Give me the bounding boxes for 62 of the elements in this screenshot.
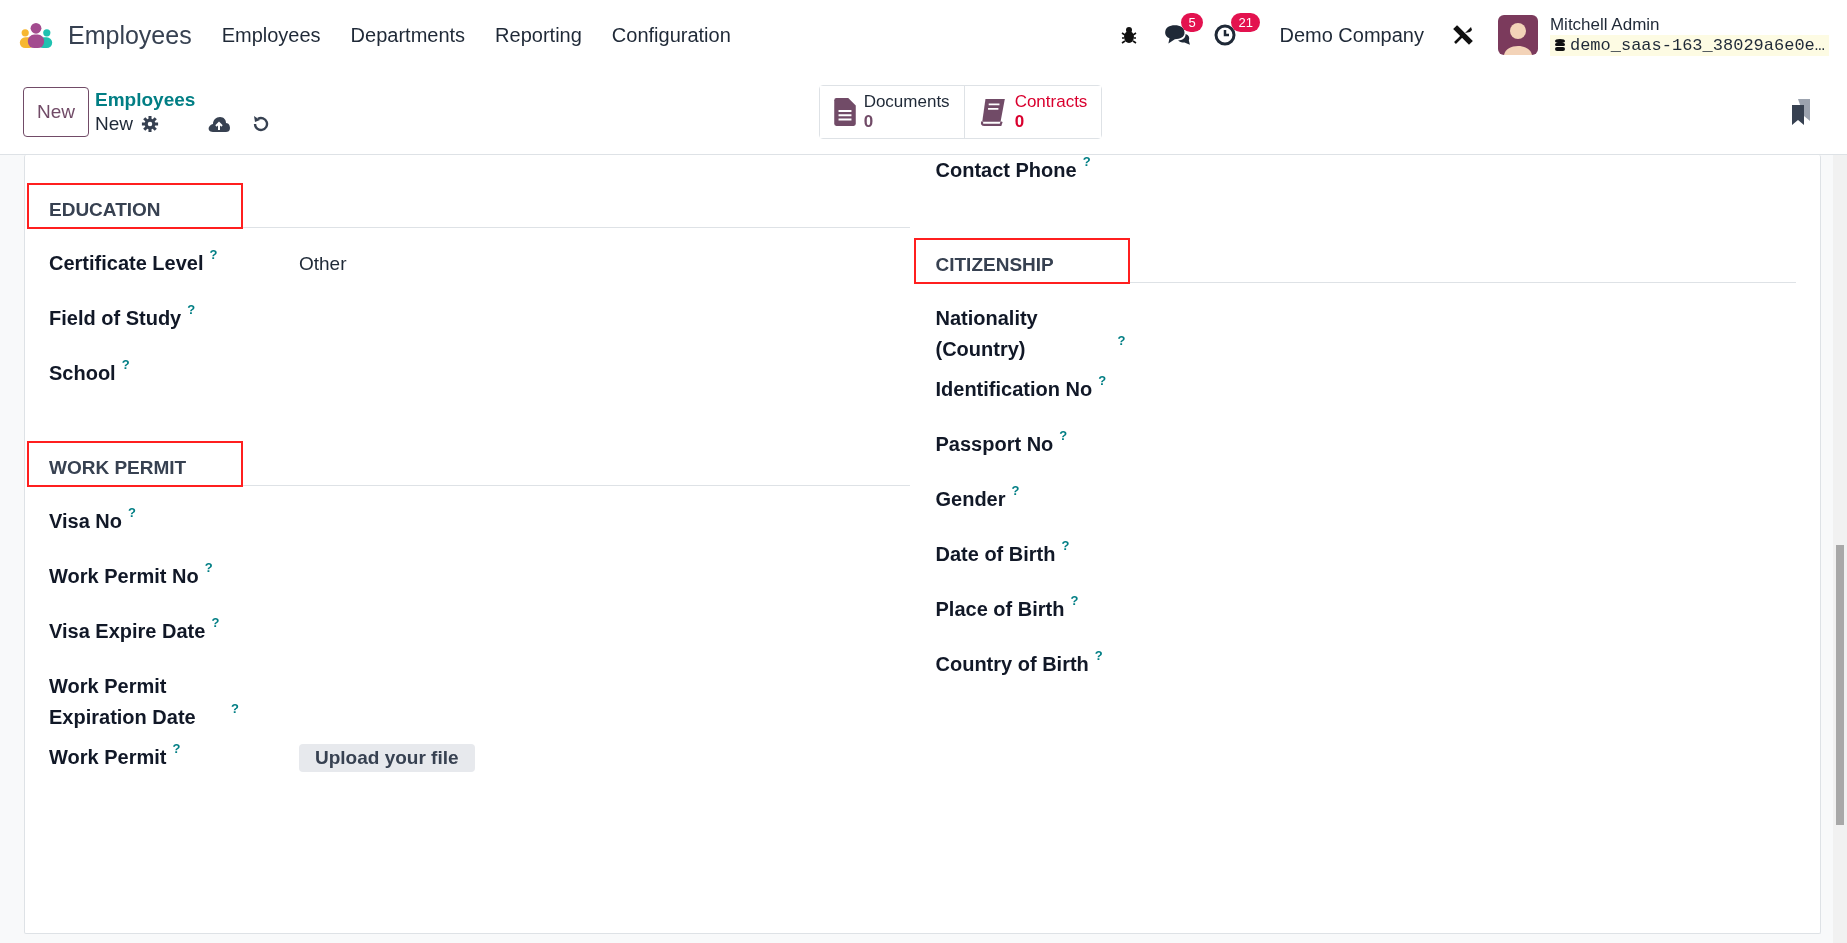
field-label: Visa Expire Date: [49, 619, 206, 644]
bookmarks-icon[interactable]: [1790, 99, 1812, 125]
field-label: Identification No: [935, 377, 1093, 402]
help-tooltip[interactable]: ?: [1011, 484, 1020, 497]
section-heading: CITIZENSHIP: [935, 254, 1054, 275]
field-label: Contact Phone: [935, 158, 1077, 183]
field-label: Nationality (Country): [935, 306, 1039, 362]
help-tooltip[interactable]: ?: [211, 616, 220, 629]
field-label: Country of Birth: [935, 652, 1089, 677]
company-switcher[interactable]: Demo Company: [1279, 23, 1424, 47]
app-name-link[interactable]: Employees: [68, 20, 192, 50]
field-label: Certificate Level: [49, 251, 204, 276]
app-logo-icon[interactable]: [18, 21, 54, 49]
menu-item[interactable]: Employees: [221, 23, 321, 47]
settings-icon[interactable]: [141, 115, 160, 133]
document-icon: [833, 98, 856, 126]
help-tooltip[interactable]: ?: [128, 506, 136, 519]
book-icon: [978, 98, 1007, 126]
help-tooltip[interactable]: ?: [1082, 155, 1091, 168]
message-count-badge: 5: [1181, 13, 1203, 32]
upload-button[interactable]: Upload your file: [299, 744, 475, 772]
field-label: Work Permit Expiration Date: [49, 674, 197, 730]
help-tooltip[interactable]: ?: [231, 702, 239, 715]
help-tooltip[interactable]: ?: [1094, 649, 1103, 662]
menu-item[interactable]: Reporting: [495, 23, 582, 47]
menu-item[interactable]: Departments: [350, 23, 466, 47]
section-heading: EDUCATION: [49, 199, 161, 220]
breadcrumb-link[interactable]: Employees: [95, 89, 272, 111]
help-tooltip[interactable]: ?: [1098, 374, 1107, 387]
field-label: Work Permit No: [49, 564, 199, 589]
field-value[interactable]: Other: [299, 253, 347, 274]
field-label: Work Permit: [49, 745, 167, 770]
database-icon: [1553, 38, 1566, 52]
help-tooltip[interactable]: ?: [1059, 429, 1068, 442]
menu-item[interactable]: Configuration: [611, 23, 731, 47]
help-tooltip[interactable]: ?: [1117, 334, 1126, 347]
new-button[interactable]: New: [23, 87, 89, 137]
record-title: New: [95, 113, 134, 135]
user-avatar[interactable]: [1497, 15, 1538, 55]
tools-icon[interactable]: [1451, 24, 1474, 46]
scrollbar[interactable]: [1833, 155, 1847, 943]
clock-icon[interactable]: [1213, 23, 1238, 47]
help-tooltip[interactable]: ?: [121, 358, 130, 371]
field-label: School: [49, 361, 116, 386]
help-tooltip[interactable]: ?: [1070, 594, 1079, 607]
help-tooltip[interactable]: ?: [204, 561, 213, 574]
section-heading: WORK PERMIT: [49, 457, 187, 478]
field-label: Field of Study: [49, 306, 182, 331]
user-name[interactable]: Mitchell Admin: [1549, 14, 1829, 35]
field-label: Gender: [935, 487, 1006, 512]
help-tooltip[interactable]: ?: [1061, 539, 1070, 552]
database-name: demo_saas-163_38029a6e0e…: [1569, 35, 1825, 55]
documents-button[interactable]: Documents 0: [819, 86, 965, 138]
field-label: Date of Birth: [935, 542, 1056, 567]
help-tooltip[interactable]: ?: [172, 742, 181, 755]
help-tooltip[interactable]: ?: [187, 303, 196, 316]
field-label: Visa No: [49, 509, 122, 534]
help-tooltip[interactable]: ?: [209, 248, 218, 261]
cloud-upload-icon[interactable]: [207, 115, 232, 133]
field-label: Place of Birth: [935, 597, 1065, 622]
field-label: Passport No: [935, 432, 1054, 457]
activity-count-badge: 21: [1231, 13, 1260, 32]
